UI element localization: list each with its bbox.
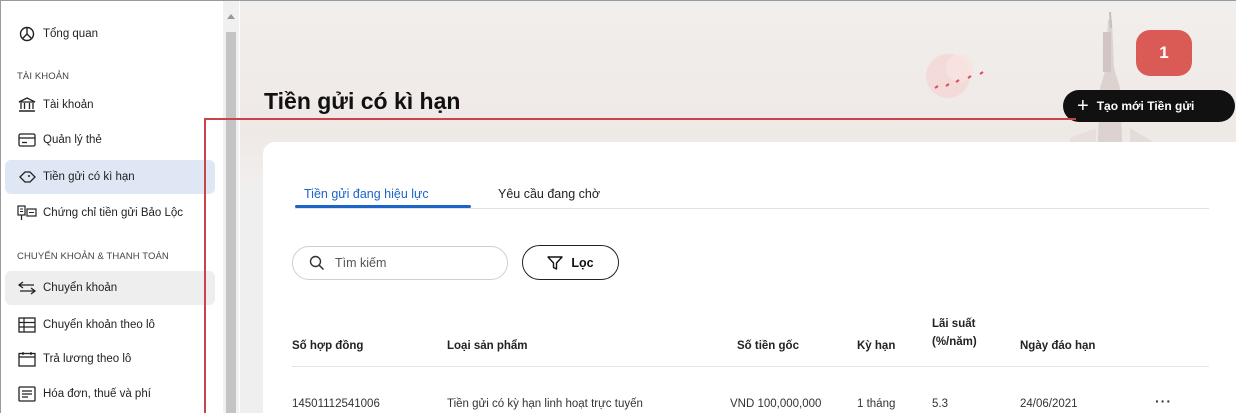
sidebar-item-certificate[interactable]: Chứng chỉ tiền gửi Bảo Lộc [5, 196, 215, 230]
sidebar-item-label: Tiền gửi có kì hạn [43, 171, 135, 183]
bank-icon [17, 97, 37, 113]
column-header-rate-line2: (%/năm) [932, 336, 977, 348]
sidebar-item-term-deposit[interactable]: Tiền gửi có kì hạn [5, 160, 215, 194]
tabs-divider [295, 208, 1209, 209]
create-deposit-label: Tạo mới Tiền gửi [1096, 99, 1195, 113]
page-title: Tiền gửi có kì hạn [264, 88, 461, 114]
column-header-principal[interactable]: Số tiền gốc [737, 340, 799, 352]
filter-funnel-icon [547, 255, 564, 270]
search-icon [309, 255, 325, 271]
cell-contract: 14501112541006 [292, 398, 380, 410]
calendar-icon [17, 351, 37, 367]
cell-maturity: 24/06/2021 [1020, 398, 1078, 410]
sidebar-item-label: Chuyển khoản theo lô [43, 319, 155, 331]
cell-rate: 5.3 [932, 398, 948, 410]
sidebar-item-label: Tài khoản [43, 99, 94, 111]
column-header-contract[interactable]: Số hợp đồng [292, 340, 363, 352]
column-header-maturity[interactable]: Ngày đáo hạn [1020, 340, 1095, 352]
column-header-product[interactable]: Loại sản phẩm [447, 340, 528, 352]
filter-label: Lọc [571, 255, 594, 270]
annotation-connector-horizontal [204, 118, 1076, 120]
sidebar-item-payroll[interactable]: Trả lương theo lô [5, 342, 215, 376]
annotation-connector-vertical [204, 118, 206, 413]
piggy-bank-icon [17, 169, 37, 185]
sidebar: Tổng quan TÀI KHOẢN Tài khoản Quản lý th… [1, 1, 223, 413]
active-tab-indicator [295, 205, 471, 208]
scrollbar-thumb[interactable] [226, 32, 236, 413]
tab-active-deposits[interactable]: Tiền gửi đang hiệu lực [304, 187, 429, 201]
sidebar-item-label: Chứng chỉ tiền gửi Bảo Lộc [43, 207, 184, 219]
plus-icon: + [1077, 95, 1089, 117]
step-badge: 1 [1136, 30, 1192, 76]
row-more-options-icon[interactable]: ··· [1155, 393, 1172, 409]
sidebar-item-label: Chuyển khoản [43, 282, 118, 294]
search-input[interactable] [335, 256, 485, 270]
sidebar-item-label: Trả lương theo lô [43, 353, 132, 365]
certificate-icon [17, 205, 37, 221]
card-icon [17, 132, 37, 148]
cell-term: 1 tháng [857, 398, 896, 410]
sidebar-item-label: Tổng quan [43, 28, 98, 40]
column-header-rate[interactable]: Lãi suất (%/năm) [932, 318, 977, 348]
sidebar-section-transfer: CHUYỂN KHOẢN & THANH TOÁN [17, 251, 169, 262]
transfer-arrows-icon [17, 280, 37, 296]
sidebar-item-label: Quản lý thẻ [43, 134, 102, 146]
table-grid-icon [17, 317, 37, 333]
sidebar-item-transfer[interactable]: Chuyển khoản [5, 271, 215, 305]
sidebar-item-overview[interactable]: Tổng quan [5, 17, 215, 51]
column-header-term[interactable]: Kỳ hạn [857, 340, 895, 352]
sidebar-item-label: Hóa đơn, thuế và phí [43, 388, 151, 400]
filter-button[interactable]: Lọc [522, 245, 619, 280]
sidebar-item-batch-transfer[interactable]: Chuyển khoản theo lô [5, 308, 215, 342]
sidebar-item-accounts[interactable]: Tài khoản [5, 88, 215, 122]
scroll-up-arrow-icon[interactable] [227, 14, 235, 19]
sidebar-item-bills[interactable]: Hóa đơn, thuế và phí [5, 377, 215, 411]
sidebar-section-account: TÀI KHOẢN [17, 71, 70, 82]
search-box[interactable] [292, 246, 508, 280]
pie-chart-icon [17, 26, 37, 42]
bill-icon [17, 386, 37, 402]
create-deposit-button[interactable]: + Tạo mới Tiền gửi [1063, 90, 1235, 122]
sidebar-item-cards[interactable]: Quản lý thẻ [5, 123, 215, 157]
cell-product: Tiền gửi có kỳ hạn linh hoạt trực tuyến [447, 398, 643, 410]
table-header-divider [292, 366, 1209, 367]
cell-principal: VND 100,000,000 [730, 398, 822, 410]
tab-pending-requests[interactable]: Yêu cầu đang chờ [498, 187, 600, 201]
column-header-rate-line1: Lãi suất [932, 318, 976, 330]
